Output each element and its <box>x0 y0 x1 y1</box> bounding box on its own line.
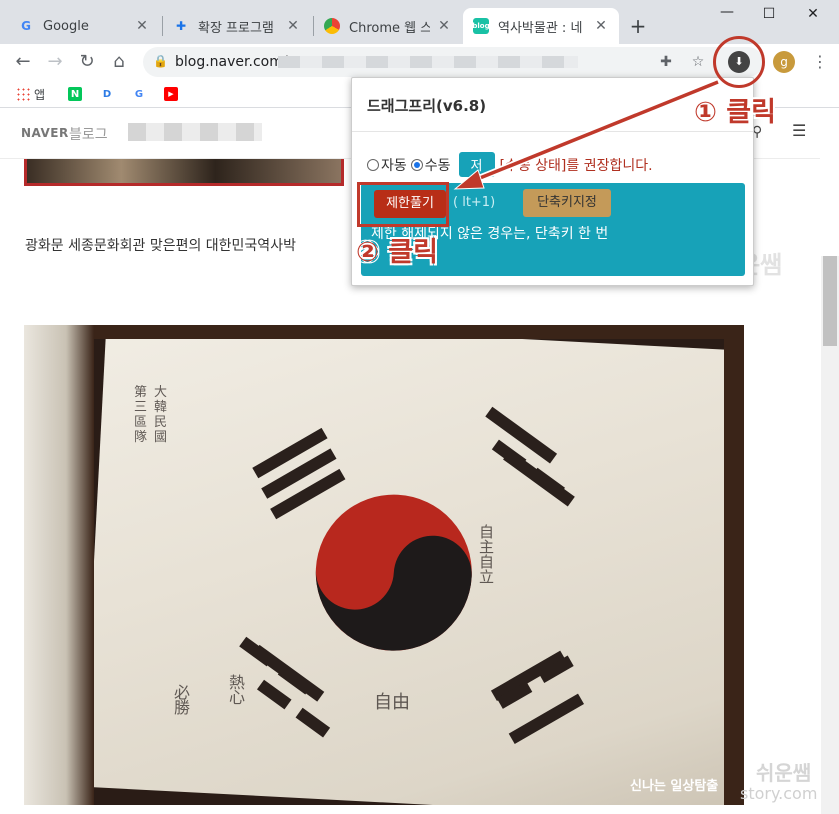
window-close-button[interactable]: ✕ <box>798 6 828 22</box>
display-frame <box>24 325 744 339</box>
tab-google[interactable]: G Google ✕ <box>8 8 160 44</box>
close-icon[interactable]: ✕ <box>285 18 301 34</box>
tab-chrome-webstore[interactable]: Chrome 웹 스토어 ✕ <box>314 8 462 44</box>
taegeuk-symbol <box>239 406 584 745</box>
radio-auto-label: 자동 <box>381 157 407 174</box>
display-frame <box>724 325 744 805</box>
flag-writing: 自由 <box>374 692 410 713</box>
home-button[interactable]: ⌂ <box>107 50 131 74</box>
apps-grid-icon <box>16 87 30 101</box>
bookmark-youtube[interactable]: ▶ <box>164 85 182 103</box>
scrollbar-thumb[interactable] <box>823 256 837 346</box>
mode-selector: 자동 수동 저 [수동 상태]를 권장합니다. <box>367 152 653 177</box>
close-icon[interactable]: ✕ <box>134 18 150 34</box>
naver-icon: N <box>68 87 82 101</box>
extension-blocked-icon[interactable]: ✚ <box>655 51 677 73</box>
radio-manual[interactable] <box>410 158 423 171</box>
address-bar[interactable]: 🔒 blog.naver.com/ ✚ ☆ <box>143 47 763 77</box>
back-button[interactable]: ← <box>11 50 35 74</box>
bookmark-label: 앱 <box>34 87 46 102</box>
naver-logo[interactable]: NAVER <box>21 126 69 140</box>
shortcut-hint: ( lt+1) <box>453 195 496 210</box>
browser-window: G Google ✕ ✚ 확장 프로그램 ✕ Chrome 웹 스토어 ✕ bl… <box>0 0 839 814</box>
annotation-box-unlock <box>357 182 449 227</box>
new-tab-button[interactable]: + <box>628 14 648 38</box>
minimize-button[interactable]: — <box>712 4 742 20</box>
flag-writing: 必勝 <box>174 683 191 717</box>
taegukgi-photo: 大韓民國 第三區隊 自由 必勝 熱心 自主自立 신나는 일상탐출 <box>24 325 744 805</box>
popup-title: 드래그프리(v6.8) <box>367 97 487 115</box>
bookmark-apps[interactable]: 앱 <box>16 85 45 103</box>
bookmark-star-icon[interactable]: ☆ <box>687 51 709 73</box>
tab-strip: G Google ✕ ✚ 확장 프로그램 ✕ Chrome 웹 스토어 ✕ bl… <box>0 0 839 44</box>
annotation-step2: ② 클릭 <box>356 237 438 268</box>
flag-writing: 第三區隊 <box>134 385 148 445</box>
radio-auto[interactable] <box>367 158 379 171</box>
youtube-icon: ▶ <box>164 87 178 101</box>
close-icon[interactable]: ✕ <box>593 18 609 34</box>
previous-photo <box>24 159 344 186</box>
puzzle-icon: ✚ <box>175 19 187 33</box>
daum-icon: D <box>102 88 112 100</box>
hamburger-menu-icon[interactable]: ☰ <box>792 121 806 140</box>
set-shortcut-button[interactable]: 단축키지정 <box>523 189 611 217</box>
photo-caption: 신나는 일상탐출 <box>630 779 719 794</box>
blog-paragraph: 광화문 세종문화회관 맞은편의 대한민국역사박 <box>25 238 296 254</box>
blog-icon: blog <box>472 18 490 34</box>
bookmark-naver[interactable]: N <box>68 85 86 103</box>
save-button[interactable]: 저 <box>458 152 495 177</box>
tab-title: Google <box>43 18 89 34</box>
bookmark-google[interactable]: G <box>132 85 150 103</box>
blog-link[interactable]: 블로그 <box>69 124 108 144</box>
google-icon: G <box>134 88 144 100</box>
tab-extensions[interactable]: ✚ 확장 프로그램 ✕ <box>163 8 311 44</box>
annotation-circle-extension <box>713 36 765 88</box>
flag-writing: 自主自立 <box>479 523 495 586</box>
page-scrollbar[interactable] <box>821 256 839 814</box>
footer-watermark-url: story.com <box>740 784 818 803</box>
recommend-text: [수동 상태]를 권장합니다. <box>499 157 653 174</box>
google-icon: G <box>21 19 31 33</box>
blurred-url-path <box>278 56 578 68</box>
maximize-button[interactable]: ☐ <box>754 6 784 22</box>
tab-title: 역사박물관 : 네 <box>498 20 583 36</box>
chrome-menu-icon[interactable]: ⋮ <box>809 51 831 73</box>
url-text: blog.naver.com/ <box>175 54 288 70</box>
display-frame <box>24 325 94 805</box>
popup-divider <box>352 131 753 132</box>
flag-cloth <box>82 325 744 805</box>
footer-watermark: 쉬운쌤 <box>756 761 812 785</box>
flag-writing: 熱心 <box>229 673 246 707</box>
blurred-blog-name <box>128 123 262 141</box>
chrome-webstore-icon <box>324 18 340 34</box>
tab-title: 확장 프로그램 <box>198 20 274 36</box>
lock-icon: 🔒 <box>153 54 168 68</box>
forward-button[interactable]: → <box>43 50 67 74</box>
close-icon[interactable]: ✕ <box>436 18 452 34</box>
tab-active-blog[interactable]: blog 역사박물관 : 네 ✕ <box>463 8 619 44</box>
profile-avatar[interactable]: g <box>773 51 795 73</box>
flag-writing: 大韓民國 <box>154 385 168 445</box>
reload-button[interactable]: ↻ <box>75 50 99 74</box>
bookmark-daum[interactable]: D <box>100 85 118 103</box>
tab-title: Chrome 웹 스토어 <box>349 20 430 36</box>
radio-manual-label: 수동 <box>424 157 451 174</box>
annotation-step1: ① 클릭 <box>694 97 776 128</box>
